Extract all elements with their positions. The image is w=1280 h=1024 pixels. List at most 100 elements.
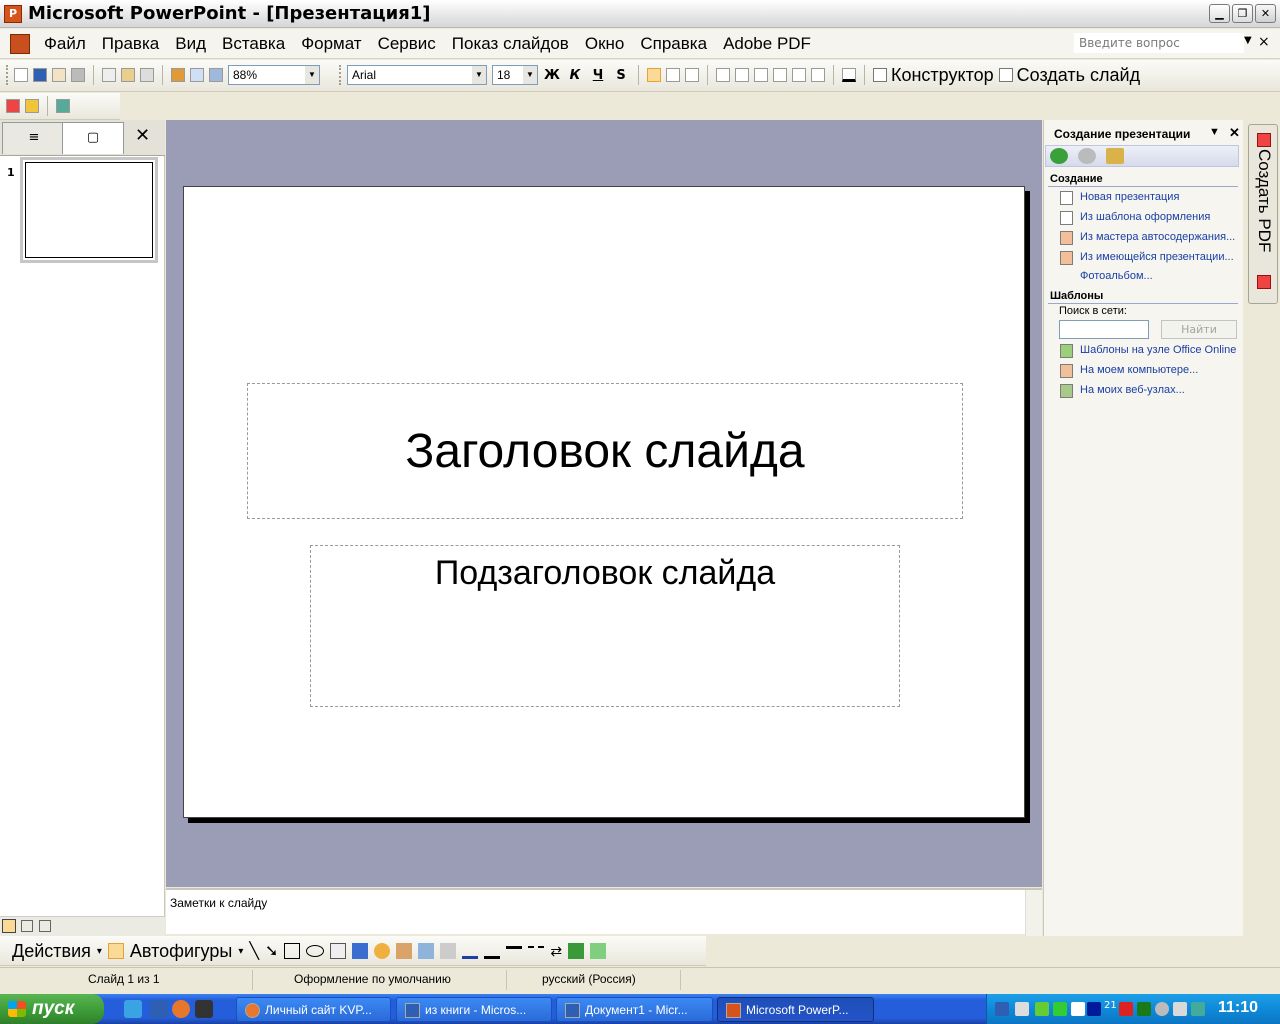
link-my-web-sites[interactable]: На моих веб-узлах...	[1080, 384, 1185, 396]
task-word-doc1[interactable]: Документ1 - Micr...	[556, 997, 713, 1022]
paste-icon[interactable]	[121, 68, 135, 82]
start-button[interactable]: пуск	[0, 994, 104, 1024]
create-pdf-tab[interactable]: Создать PDF	[1248, 124, 1278, 304]
task-firefox[interactable]: Личный сайт KVP...	[236, 997, 391, 1022]
undo-icon[interactable]	[140, 68, 154, 82]
link-office-online[interactable]: Шаблоны на узле Office Online	[1080, 344, 1236, 356]
designer-button[interactable]: Конструктор	[873, 65, 994, 86]
tray-app-icon[interactable]	[1071, 1002, 1085, 1016]
shadow-button[interactable]: S	[612, 68, 630, 83]
textbox-icon[interactable]	[330, 943, 347, 959]
tab-outline[interactable]: ≡	[2, 122, 66, 154]
tray-app-icon[interactable]	[1119, 1002, 1133, 1016]
shadow-style-icon[interactable]	[568, 943, 585, 959]
decrease-indent-icon[interactable]	[792, 68, 806, 82]
close-icon[interactable]: ✕	[1229, 125, 1240, 141]
line-color-icon[interactable]	[462, 943, 479, 959]
close-button[interactable]: ✕	[1255, 4, 1276, 23]
slide-sorter-icon[interactable]	[21, 920, 33, 932]
notes-scrollbar[interactable]	[1025, 890, 1042, 936]
menu-adobe-pdf[interactable]: Adobe PDF	[715, 34, 819, 54]
ie-icon[interactable]	[124, 1000, 142, 1018]
menu-tools[interactable]: Сервис	[370, 34, 444, 54]
slide-thumbnail[interactable]	[20, 157, 158, 263]
chevron-down-icon[interactable]: ▼	[1244, 35, 1252, 46]
menu-insert[interactable]: Вставка	[214, 34, 293, 54]
clipart-icon[interactable]	[396, 943, 413, 959]
fill-color-icon[interactable]	[440, 943, 457, 959]
font-size-select[interactable]: 18 ▼	[492, 65, 538, 85]
restore-button[interactable]: ❐	[1232, 4, 1253, 23]
title-bar[interactable]: P Microsoft PowerPoint - [Презентация1] …	[0, 0, 1280, 28]
actions-menu[interactable]: Действия	[12, 941, 91, 962]
network-icon[interactable]	[1191, 1002, 1205, 1016]
close-document-button[interactable]: ×	[1258, 34, 1270, 50]
underline-button[interactable]: Ч	[589, 68, 607, 83]
pdf-email-icon[interactable]	[25, 99, 39, 113]
font-color-icon[interactable]	[842, 68, 856, 82]
convert-to-pdf-icon[interactable]	[6, 99, 20, 113]
pdf-review-icon[interactable]	[56, 99, 70, 113]
language-icon[interactable]	[1173, 1002, 1187, 1016]
3d-style-icon[interactable]	[590, 943, 607, 959]
autoshapes-menu[interactable]: Автофигуры	[130, 941, 232, 962]
tray-app-icon[interactable]	[1087, 1002, 1101, 1016]
template-search-input[interactable]	[1059, 320, 1149, 339]
slide-canvas[interactable]: Заголовок слайда Подзаголовок слайда	[183, 186, 1025, 818]
text-color-icon[interactable]	[484, 943, 501, 959]
link-photo-album[interactable]: Фотоальбом...	[1080, 270, 1153, 282]
print-icon[interactable]	[71, 68, 85, 82]
title-placeholder[interactable]: Заголовок слайда	[247, 383, 963, 519]
toolbar-grip[interactable]	[339, 65, 342, 85]
link-from-design-template[interactable]: Из шаблона оформления	[1080, 211, 1210, 223]
ask-question-input[interactable]: Введите вопрос	[1074, 33, 1244, 53]
tray-app-icon[interactable]	[1035, 1002, 1049, 1016]
align-left-icon[interactable]	[647, 68, 661, 82]
menu-help[interactable]: Справка	[632, 34, 715, 54]
save-icon[interactable]	[33, 68, 47, 82]
menu-format[interactable]: Формат	[293, 34, 369, 54]
bold-button[interactable]: Ж	[543, 68, 561, 83]
decrease-font-icon[interactable]	[773, 68, 787, 82]
tab-slides[interactable]: ▢	[62, 122, 124, 154]
slideshow-icon[interactable]	[39, 920, 51, 932]
task-powerpoint[interactable]: Microsoft PowerP...	[717, 997, 874, 1022]
align-center-icon[interactable]	[666, 68, 680, 82]
picture-icon[interactable]	[418, 943, 435, 959]
outlook-icon[interactable]	[150, 1000, 168, 1018]
menu-window[interactable]: Окно	[577, 34, 633, 54]
diagram-icon[interactable]	[374, 943, 391, 959]
powerpoint-app-icon[interactable]: P	[4, 5, 22, 23]
firefox-icon[interactable]	[172, 1000, 190, 1018]
rectangle-icon[interactable]	[284, 943, 301, 959]
numbering-icon[interactable]	[716, 68, 730, 82]
desktop-icon[interactable]	[195, 1000, 213, 1018]
select-pointer-icon[interactable]	[107, 943, 124, 959]
back-icon[interactable]	[1050, 148, 1068, 164]
find-button[interactable]: Найти	[1161, 320, 1237, 339]
oval-icon[interactable]	[306, 945, 325, 957]
play-icon[interactable]	[1053, 1002, 1067, 1016]
grid-icon[interactable]	[209, 68, 223, 82]
permission-icon[interactable]	[52, 68, 66, 82]
link-my-computer[interactable]: На моем компьютере...	[1080, 364, 1198, 376]
tray-app-icon[interactable]	[1137, 1002, 1151, 1016]
chevron-down-icon[interactable]: ▼	[1209, 126, 1220, 138]
arrow-icon[interactable]: ➘	[265, 941, 278, 961]
tray-app-icon[interactable]	[1155, 1002, 1169, 1016]
copy-icon[interactable]	[102, 68, 116, 82]
increase-font-icon[interactable]	[754, 68, 768, 82]
link-autocontent-wizard[interactable]: Из мастера автосодержания...	[1080, 231, 1235, 243]
forward-icon[interactable]	[1078, 148, 1096, 164]
volume-icon[interactable]	[1015, 1002, 1029, 1016]
link-existing-presentation[interactable]: Из имеющейся презентации...	[1080, 251, 1234, 263]
notes-pane[interactable]: Заметки к слайду	[166, 888, 1042, 936]
home-icon[interactable]	[1106, 148, 1124, 164]
task-word-book[interactable]: из книги - Micros...	[396, 997, 552, 1022]
italic-button[interactable]: К	[566, 68, 584, 83]
bullets-icon[interactable]	[735, 68, 749, 82]
toolbar-grip[interactable]	[6, 65, 9, 85]
font-select[interactable]: Arial ▼	[347, 65, 487, 85]
dash-style-icon[interactable]	[528, 946, 545, 962]
menu-slideshow[interactable]: Показ слайдов	[444, 34, 577, 54]
